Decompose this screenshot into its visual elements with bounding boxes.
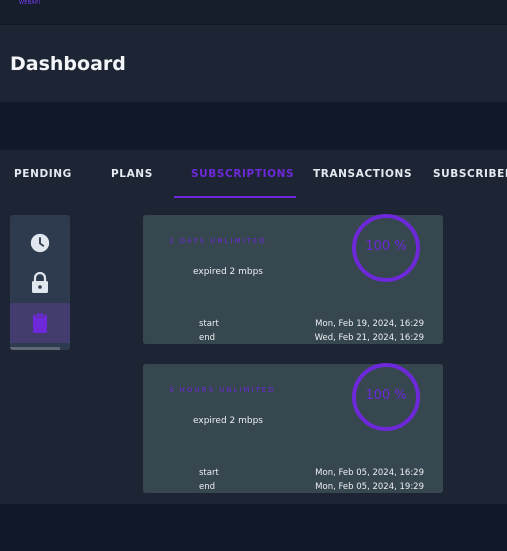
active-tab-indicator (174, 196, 296, 198)
end-date: Wed, Feb 21, 2024, 16:29 (314, 333, 424, 343)
clipboard-icon (33, 312, 47, 333)
progress-label: 100 % (365, 239, 407, 254)
start-date: Mon, Feb 05, 2024, 16:29 (315, 468, 424, 478)
start-label: start (199, 468, 219, 478)
end-date: Mon, Feb 05, 2024, 19:29 (315, 482, 424, 492)
lock-icon (32, 272, 48, 293)
subscription-card[interactable]: 2 DAYS UNLIMITED expired 2 mbps 100 % st… (143, 214, 443, 344)
side-nav-item-subscriptions[interactable] (10, 303, 70, 343)
hamburger-menu-icon[interactable] (471, 0, 491, 2)
tab-subscriptions[interactable]: SUBSCRIPTIONS (191, 168, 294, 180)
side-nav-item-history[interactable] (10, 223, 70, 263)
tab-transactions[interactable]: TRANSACTIONS (313, 168, 412, 180)
side-nav-scrollbar[interactable] (10, 347, 60, 350)
top-app-bar: WEBAPI (0, 0, 507, 24)
subscription-description: expired 2 mbps (193, 267, 264, 277)
clock-icon (30, 233, 50, 253)
subscription-name: 3 HOURS UNLIMITED (169, 386, 276, 394)
side-nav (10, 215, 70, 350)
header-spacer (0, 102, 507, 150)
subscription-name: 2 DAYS UNLIMITED (169, 237, 267, 245)
subscription-description: expired 2 mbps (193, 416, 264, 426)
progress-label: 100 % (365, 388, 407, 403)
subscription-card[interactable]: 3 HOURS UNLIMITED expired 2 mbps 100 % s… (143, 363, 443, 493)
tab-pending[interactable]: PENDING (14, 168, 72, 180)
start-date: Mon, Feb 19, 2024, 16:29 (315, 319, 424, 329)
side-nav-item-security[interactable] (10, 263, 70, 303)
tab-plans[interactable]: PLANS (111, 168, 153, 180)
tab-bar: PENDING PLANS SUBSCRIPTIONS TRANSACTIONS… (0, 168, 507, 198)
end-label: end (199, 482, 216, 492)
page-title: Dashboard (10, 53, 126, 75)
start-label: start (199, 319, 219, 329)
tab-subscribers[interactable]: SUBSCRIBERS (433, 168, 507, 180)
footer-area (0, 504, 507, 551)
app-logo[interactable]: WEBAPI (19, 0, 40, 6)
end-label: end (199, 333, 216, 343)
